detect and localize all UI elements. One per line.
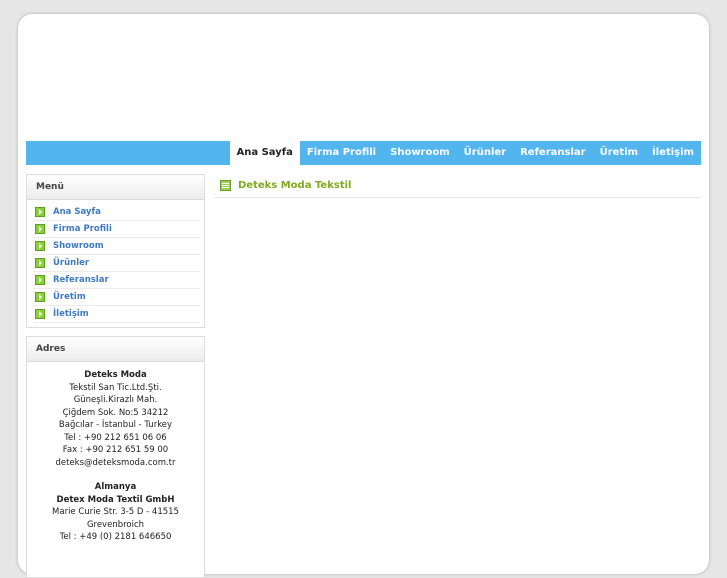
arrow-right-icon <box>35 224 45 234</box>
sidebar-menu: Menü Ana Sayfa Firma Profili Showroom Ür… <box>26 174 205 328</box>
fax-line: Fax : +90 212 651 59 00 <box>62 445 169 455</box>
sidebar-item-label: İletişim <box>53 309 89 319</box>
sidebar-item-showroom[interactable]: Showroom <box>33 238 200 255</box>
email-line: deteks@deteksmoda.com.tr <box>55 457 176 468</box>
sidebar-item-label: Referanslar <box>53 275 109 285</box>
sidebar-item-label: Showroom <box>53 241 104 251</box>
arrow-right-icon <box>35 258 45 268</box>
arrow-right-icon <box>35 292 45 302</box>
sidebar-item-label: Ürünler <box>53 258 90 268</box>
page-title: Deteks Moda Tekstil <box>238 179 352 191</box>
sidebar-item-firma-profili[interactable]: Firma Profili <box>33 221 200 238</box>
header-banner <box>26 14 701 141</box>
arrow-right-icon <box>35 309 45 319</box>
sidebar-item-label: Üretim <box>53 292 86 302</box>
germany-company: Detex Moda Textil GmbH <box>56 494 175 505</box>
nav-item-urunler[interactable]: Ürünler <box>457 141 513 165</box>
address-line: Bağcılar - İstanbul - Turkey <box>58 420 173 430</box>
sidebar-item-iletisim[interactable]: İletişim <box>33 306 200 323</box>
sidebar-item-urunler[interactable]: Ürünler <box>33 255 200 272</box>
sidebar-item-uretim[interactable]: Üretim <box>33 289 200 306</box>
nav-item-showroom[interactable]: Showroom <box>383 141 457 165</box>
nav-item-iletisim[interactable]: İletişim <box>645 141 701 165</box>
sidebar-item-ana-sayfa[interactable]: Ana Sayfa <box>33 204 200 221</box>
top-navigation: Ana Sayfa Firma Profili Showroom Ürünler… <box>26 141 701 165</box>
phone-line: Tel : +90 212 651 06 06 <box>64 432 167 443</box>
nav-item-ana-sayfa[interactable]: Ana Sayfa <box>229 141 300 165</box>
arrow-right-icon <box>35 275 45 285</box>
page-container: Ana Sayfa Firma Profili Showroom Ürünler… <box>18 14 709 578</box>
arrow-right-icon <box>35 241 45 251</box>
address-heading: Adres <box>27 337 204 362</box>
nav-item-referanslar[interactable]: Referanslar <box>513 141 592 165</box>
phone-line: Tel : +49 (0) 2181 646650 <box>59 532 172 542</box>
nav-item-uretim[interactable]: Üretim <box>593 141 645 165</box>
address-block: Deteks Moda Tekstil San Tic.Ltd.Şti. Gün… <box>27 362 204 544</box>
sidebar-address: Adres Deteks Moda Tekstil San Tic.Ltd.Şt… <box>26 336 205 578</box>
menu-heading: Menü <box>27 175 204 200</box>
nav-item-firma-profili[interactable]: Firma Profili <box>300 141 383 165</box>
germany-title: Almanya <box>94 482 137 492</box>
sidebar-item-referanslar[interactable]: Referanslar <box>33 272 200 289</box>
arrow-right-icon <box>35 207 45 217</box>
address-line: Çiğdem Sok. No:5 34212 <box>62 407 169 418</box>
content-header: Deteks Moda Tekstil <box>214 173 701 198</box>
sidebar-item-label: Ana Sayfa <box>53 207 101 217</box>
address-line: Tekstil San Tic.Ltd.Şti. <box>69 382 162 393</box>
address-line: Marie Curie Str. 3-5 D - 41515 <box>52 507 179 517</box>
address-line: Grevenbroich <box>86 519 145 530</box>
page-icon <box>220 179 231 191</box>
sidebar-item-label: Firma Profili <box>53 224 112 234</box>
company-name: Deteks Moda <box>84 370 147 380</box>
address-line: Güneşli.Kirazlı Mah. <box>73 395 158 405</box>
